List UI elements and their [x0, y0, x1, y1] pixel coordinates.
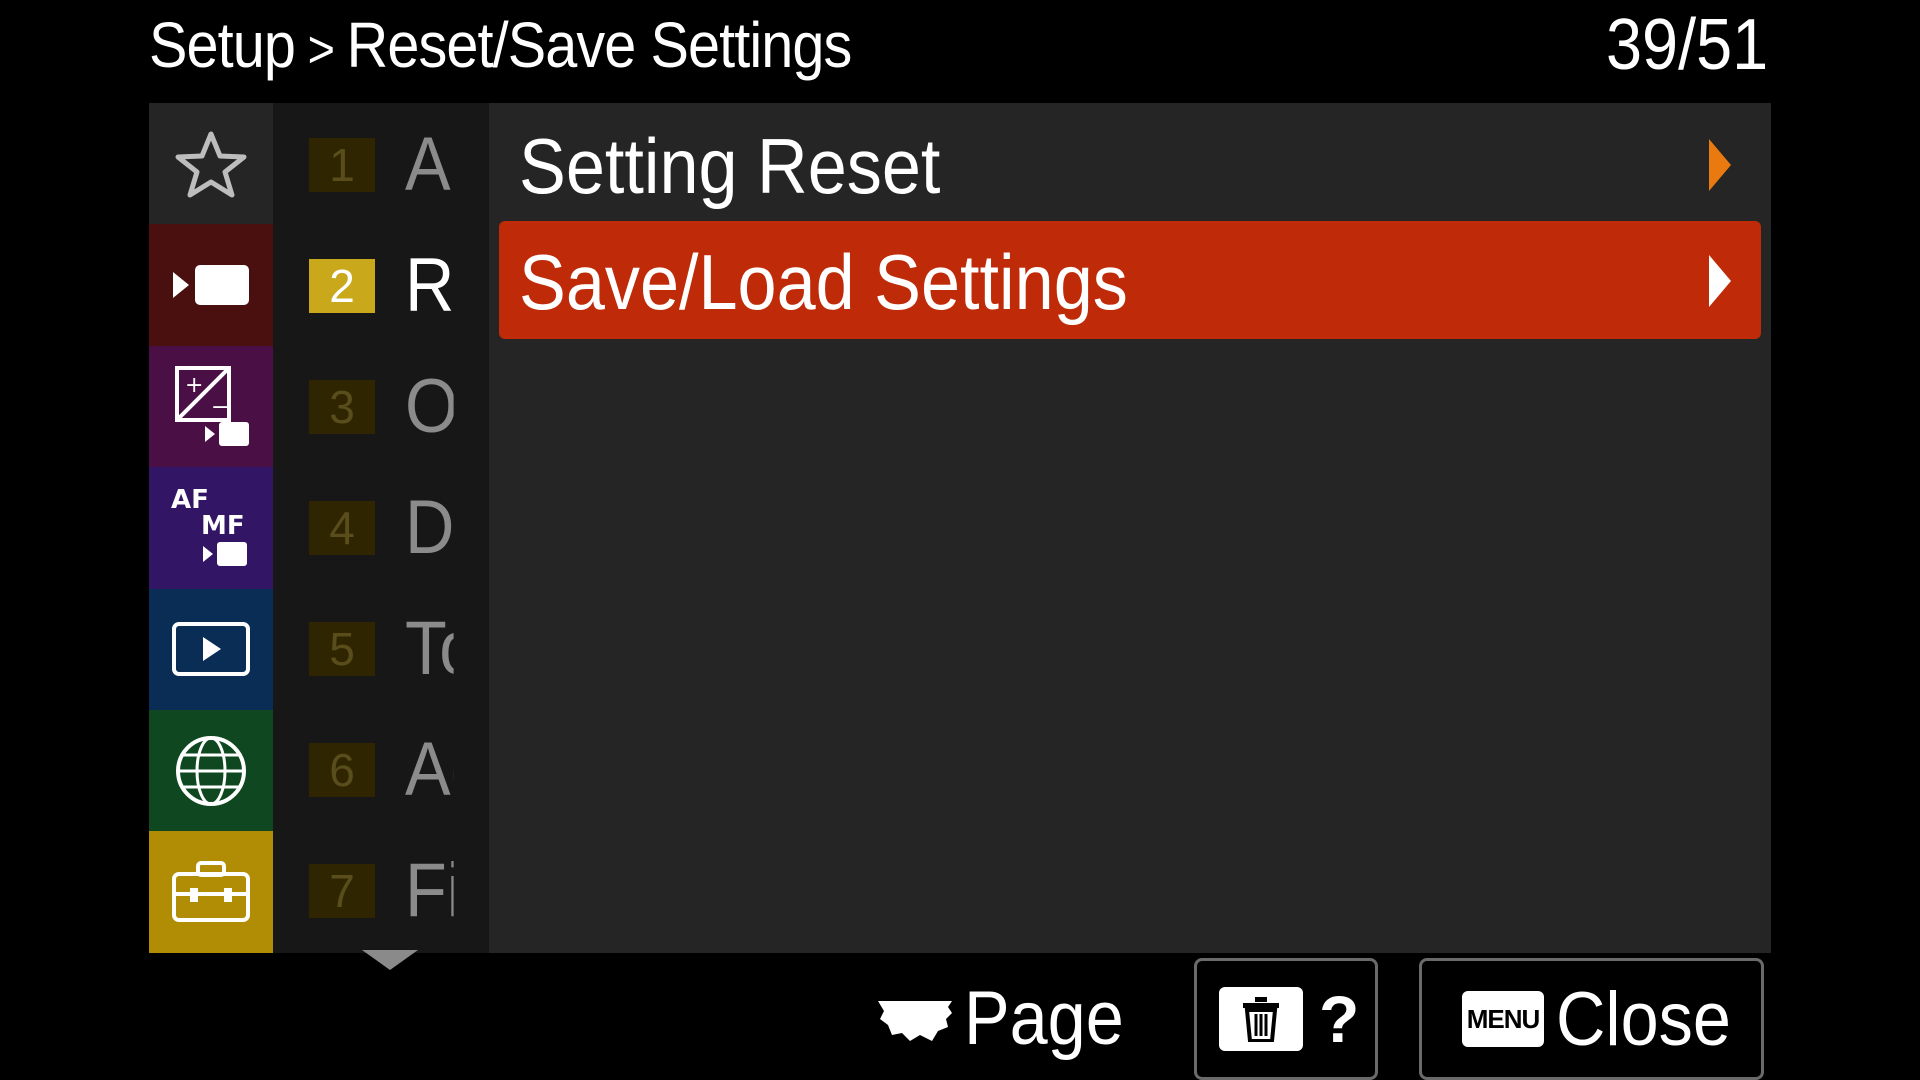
- globe-icon: [176, 735, 246, 806]
- subpage-label: Re: [405, 243, 454, 328]
- svg-text:MF: MF: [201, 511, 245, 541]
- subpage-number: 6: [309, 743, 375, 797]
- svg-text:−: −: [211, 395, 229, 420]
- subpage-number: 4: [309, 501, 375, 555]
- subpage-label: Op: [405, 364, 454, 449]
- category-tabs: + − AF MF: [149, 103, 273, 953]
- close-label: Close: [1556, 976, 1731, 1062]
- svg-text:+: +: [185, 373, 203, 398]
- header: Setup > Reset/Save Settings 39/51: [0, 0, 1920, 102]
- subpage-number: 3: [309, 380, 375, 434]
- menu-item-setting-reset[interactable]: Setting Reset: [499, 105, 1761, 223]
- subpage-number: 7: [309, 864, 375, 918]
- movie-camera-icon: [173, 265, 249, 306]
- subpage-item-7[interactable]: 7 Fi: [273, 829, 489, 950]
- arrow-right-icon: [1709, 255, 1731, 307]
- tab-favorites[interactable]: [149, 103, 273, 225]
- breadcrumb: Setup > Reset/Save Settings: [149, 8, 853, 82]
- tab-network[interactable]: [149, 709, 273, 832]
- playback-icon: [172, 622, 250, 677]
- help-label: ?: [1319, 982, 1360, 1056]
- subpage-number: 1: [309, 138, 375, 192]
- tab-focus[interactable]: AF MF: [149, 467, 273, 589]
- close-button[interactable]: MENU Close: [1419, 958, 1764, 1080]
- menu-item-label: Setting Reset: [519, 122, 941, 210]
- subpage-label: Di: [405, 485, 454, 570]
- subpage-item-6[interactable]: 6 Ac: [273, 708, 489, 829]
- star-icon: [175, 131, 247, 198]
- page-label: Page: [964, 976, 1124, 1061]
- subpage-item-4[interactable]: 4 Di: [273, 466, 489, 587]
- subpage-item-2[interactable]: 2 Re: [273, 224, 489, 345]
- af-mf-icon: AFMF: [171, 485, 247, 566]
- subpage-label: Fi: [405, 848, 454, 933]
- subpage-label: Ac: [405, 727, 454, 812]
- breadcrumb-separator: >: [307, 21, 335, 79]
- trash-icon: [1219, 987, 1303, 1051]
- delete-help-button[interactable]: ?: [1194, 958, 1378, 1080]
- scroll-down-caret-icon: [362, 950, 418, 970]
- menu-panel: Setting Reset Save/Load Settings: [489, 103, 1771, 953]
- toolbox-icon: [172, 861, 250, 923]
- breadcrumb-current: Reset/Save Settings: [346, 9, 853, 81]
- tab-exposure-color[interactable]: + −: [149, 345, 273, 468]
- breadcrumb-root: Setup: [149, 9, 296, 81]
- exposure-compensation-icon: +−: [175, 366, 249, 447]
- control-dial-icon: [878, 1000, 952, 1041]
- subpage-number: 5: [309, 622, 375, 676]
- subpage-item-5[interactable]: 5 To: [273, 587, 489, 708]
- subpage-list: 1 Ar 2 Re 3 Op 4 Di 5 To 6 Ac 7 Fi: [273, 103, 489, 953]
- subpage-item-1[interactable]: 1 Ar: [273, 103, 489, 224]
- page-hint[interactable]: Page: [876, 975, 1142, 1062]
- menu-item-label: Save/Load Settings: [519, 238, 1128, 326]
- subpage-label: Ar: [405, 122, 454, 207]
- tab-setup[interactable]: [149, 831, 273, 953]
- subpage-item-3[interactable]: 3 Op: [273, 345, 489, 466]
- page-indicator: 39/51: [1605, 5, 1768, 85]
- menu-key-icon: MENU: [1462, 991, 1544, 1047]
- subpage-label: To: [405, 606, 454, 691]
- tab-shooting[interactable]: [149, 224, 273, 346]
- tab-playback[interactable]: [149, 588, 273, 710]
- menu-item-save-load-settings[interactable]: Save/Load Settings: [499, 221, 1761, 339]
- arrow-right-icon: [1709, 139, 1731, 191]
- subpage-number: 2: [309, 259, 375, 313]
